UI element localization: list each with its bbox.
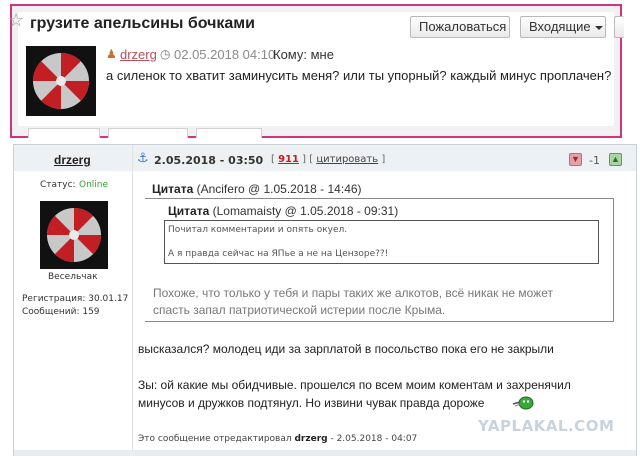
column-divider bbox=[132, 145, 133, 456]
sender-link[interactable]: drzerg bbox=[120, 47, 157, 62]
nested-quote-header: Цитата (Lomamaisty @ 1.05.2018 - 09:31) bbox=[168, 204, 398, 218]
quote-header: Цитата (Ancifero @ 1.05.2018 - 14:46) bbox=[152, 182, 362, 196]
status-label: Статус: bbox=[40, 180, 76, 190]
post-text: высказался? молодец иди за зарплатой в п… bbox=[138, 342, 554, 356]
message-count: Сообщений: 159 bbox=[22, 307, 100, 317]
message-date: 02.05.2018 04:10 bbox=[174, 47, 276, 62]
author-rank: Весельчак bbox=[48, 272, 98, 282]
post-actions: [ 911 ] [ цитировать ] bbox=[271, 154, 386, 165]
edit-prefix: Это сообщение отредактировал bbox=[138, 434, 292, 444]
user-icon: ♟ bbox=[106, 47, 117, 61]
post-date: 2.05.2018 - 03:50 bbox=[154, 154, 264, 167]
chevron-down-icon bbox=[594, 25, 603, 30]
more-button[interactable] bbox=[614, 16, 624, 38]
thumb-down-icon[interactable]: ▼ bbox=[569, 153, 582, 166]
quote-text: Похоже, что только у тебя и пары таких ж… bbox=[153, 286, 553, 300]
incoming-dropdown[interactable]: Входящие bbox=[520, 16, 606, 38]
popup-tab[interactable] bbox=[28, 128, 100, 138]
post-text: Зы: ой какие мы обидчивые. прошелся по в… bbox=[138, 378, 571, 392]
nested-quote-text: Почитал комментарии и опять окуел. bbox=[168, 225, 348, 235]
clock-icon: ◷ bbox=[160, 47, 171, 61]
edit-user: drzerg bbox=[294, 434, 328, 444]
report-button[interactable]: Пожаловаться bbox=[410, 16, 510, 38]
quote-meta: (Ancifero @ 1.05.2018 - 14:46) bbox=[196, 182, 362, 196]
message-title: грузите апельсины бочками bbox=[30, 15, 255, 32]
quote-label: Цитата bbox=[152, 182, 194, 196]
anchor-icon[interactable]: ⚓ bbox=[137, 152, 149, 165]
recipient-label: Кому: мне bbox=[273, 47, 334, 62]
post-score: -1 bbox=[589, 154, 600, 167]
status-badge: Online bbox=[79, 180, 109, 190]
quote-text: спасть запал патриотической истерии посл… bbox=[153, 303, 446, 317]
author-name[interactable]: drzerg bbox=[54, 153, 91, 167]
popup-tab[interactable] bbox=[196, 128, 262, 138]
nested-quote-meta: (Lomamaisty @ 1.05.2018 - 09:31) bbox=[212, 204, 399, 218]
star-icon[interactable]: ☆ bbox=[8, 12, 24, 30]
next-post-header bbox=[14, 450, 636, 456]
cite-link[interactable]: цитировать bbox=[316, 154, 378, 165]
sender-avatar[interactable] bbox=[26, 46, 96, 116]
message-body: а силенок то хватит заминусить меня? или… bbox=[106, 68, 612, 83]
site-watermark: YAPLAKAL.COM bbox=[478, 417, 615, 435]
popup-tab[interactable] bbox=[108, 128, 188, 138]
author-avatar[interactable] bbox=[40, 201, 108, 269]
incoming-label: Входящие bbox=[529, 19, 591, 34]
edit-note: Это сообщение отредактировал drzerg - 2.… bbox=[138, 434, 417, 444]
post-text: минусов и дружков подтянул. Но извини чу… bbox=[138, 396, 485, 410]
thumb-up-icon[interactable]: ▲ bbox=[609, 153, 622, 166]
registration-date: Регистрация: 30.01.17 bbox=[22, 294, 129, 304]
post-number-link[interactable]: 911 bbox=[278, 154, 299, 165]
smiley-icon bbox=[512, 396, 534, 410]
nested-quote-label: Цитата bbox=[168, 204, 210, 218]
nested-quote-text: А я правда сейчас на ЯПье а не на Цензор… bbox=[168, 249, 389, 259]
edit-date: - 2.05.2018 - 04:07 bbox=[330, 434, 418, 444]
